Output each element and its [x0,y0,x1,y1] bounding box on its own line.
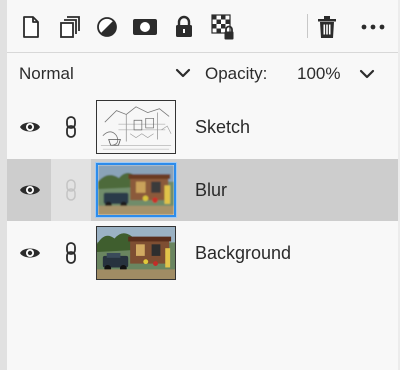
link-icon-disabled [66,179,76,201]
lock-transparency-button[interactable] [210,12,238,42]
layer-thumbnail-background[interactable] [96,226,176,280]
transparency-lock-icon [211,14,234,40]
blur-thumbnail-image [98,165,174,215]
blend-mode-dropdown[interactable]: Normal [19,53,191,95]
link-icon [66,242,76,264]
layer-name: Sketch [195,116,251,137]
link-toggle[interactable] [51,159,91,221]
blend-mode-value: Normal [19,64,74,83]
link-toggle[interactable] [51,222,91,284]
chevron-down-icon [175,68,191,78]
mask-icon [133,19,157,35]
adjustment-layer-icon [97,17,117,37]
eye-icon[interactable] [19,245,41,261]
adjustment-layer-button[interactable] [93,12,121,42]
layer-name: Blur [195,179,228,200]
new-layer-icon [23,16,39,38]
background-thumbnail-image [97,227,175,279]
panel-left-edge [0,0,7,370]
new-layer-button[interactable] [17,12,45,42]
layers-toolbar [7,0,398,52]
link-toggle[interactable] [51,96,91,158]
delete-layer-button[interactable] [313,12,341,42]
layer-name: Background [195,242,292,263]
more-options-button[interactable] [359,12,387,42]
toolbar-divider [307,14,308,38]
lock-icon [176,15,192,37]
lock-layer-button[interactable] [170,12,198,42]
eye-icon[interactable] [19,119,41,135]
eye-icon[interactable] [19,182,41,198]
layer-row-sketch[interactable]: Sketch [7,96,398,158]
sketch-thumbnail-image [97,101,175,153]
trash-icon [318,16,336,38]
layer-thumbnail-sketch[interactable] [96,100,176,154]
blend-opacity-row: Normal Opacity: 100% [7,52,398,96]
add-mask-button[interactable] [131,12,159,42]
layer-thumbnail-blur[interactable] [96,163,176,217]
opacity-input[interactable]: 100% [297,53,340,95]
duplicate-layer-button[interactable] [56,12,84,42]
more-icon [361,24,385,30]
layer-row-blur[interactable]: Blur [7,159,398,221]
link-icon [66,116,76,138]
layers-panel: Normal Opacity: 100% Sketch Blur Backgro… [0,0,400,370]
opacity-label: Opacity: [205,64,268,83]
opacity-chevron-down-icon[interactable] [359,66,375,82]
duplicate-layer-icon [60,16,80,38]
layers-list: Sketch Blur Background [7,95,398,370]
layer-row-background[interactable]: Background [7,222,398,284]
